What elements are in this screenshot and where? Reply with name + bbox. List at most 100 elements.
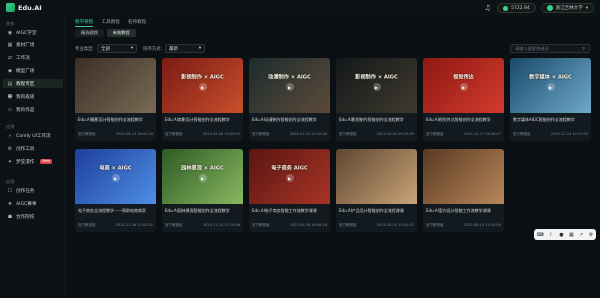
tutorial-card[interactable]: 动漫制作 × AIGC ▶ Edu.AI动漫制作智能创作全流程教学 官方教程组 2026… [249,58,330,141]
tutorial-card[interactable]: Edu.AI摄影设计智能创作全流程教学 官方教程组 2025-08-13 16:00… [75,58,156,141]
card-thumbnail[interactable]: 动漫制作 × AIGC ▶ [249,58,330,113]
play-icon[interactable]: ▶ [372,83,381,92]
card-date: 2025-11-20 17:20:46 [202,223,240,227]
card-title[interactable]: Edu.AI摄影设计智能创作全流程教学 [78,117,153,123]
node-icon: ∘ [8,132,12,139]
sort-select[interactable]: 最新 ▾ [165,44,206,53]
card-title[interactable]: Edu.AI产品设计智能创作全流程课课 [339,208,414,214]
tutorial-card[interactable]: 视觉传达 ▶ Edu.AI视觉传达智能创作全流程教学 官方教程组 2025-12-17 … [423,58,504,141]
sidebar-item-tools[interactable]: ⚙ 创作工具 [3,144,63,153]
card-meta: 官方教程组 2025-02-02 09:15:09 [339,132,414,137]
thumbnail-overlay-text: 动漫制作 × AIGC [268,74,311,81]
org-switcher[interactable]: 浙江吉林大学 ▾ [540,3,594,13]
tutorial-card[interactable]: Edu.AI室内设计智能工作流教学课课 官方教程组 2025-08-15 15:10… [423,149,504,232]
thumbnail-overlay-text: 园林景观 × AIGC [181,165,224,172]
card-thumbnail[interactable]: 电商 × AIGC ▶ [75,149,156,204]
main-content: 教学教程 工具教程 名师教程 精选视频 有效教程 专业类型: 全部 ▾ 排序方式:… [70,16,600,298]
play-icon[interactable]: ▶ [111,174,120,183]
card-date: 2025-08-26 16:06:16 [289,223,327,227]
card-meta: 官方教程组 2025-02-08 19:59:02 [165,132,240,137]
mic-icon[interactable]: ● [559,232,563,238]
card-thumbnail[interactable]: 影视制作 × AIGC ▶ [336,58,417,113]
play-icon[interactable]: ▶ [285,174,294,183]
top-bar: Edu.AI ♫ 5722.94 浙江吉林大学 ▾ [0,0,600,16]
subtab-featured[interactable]: 精选视频 [75,29,104,37]
card-meta: 官方教程组 2025-08-19 14:10:41 [339,223,414,228]
sidebar-item-contest[interactable]: ★ AIGC赛事 [3,199,63,208]
card-meta: 官方教程组 2025-08-15 15:10:00 [426,223,501,228]
grid-icon[interactable]: ▦ [569,232,574,238]
card-title[interactable]: Edu.AI电子商务智能工作流教学课课 [252,208,327,214]
tab-teaching[interactable]: 教学教程 [75,19,94,27]
moon-icon[interactable]: ☾ [549,232,553,238]
card-source: 官方教程组 [513,132,531,136]
card-title[interactable]: Edu.AI商影设计智能创作全流程教学 [165,117,240,123]
card-title[interactable]: 数字媒体AIGC智能创作全流程教学 [513,117,588,123]
sidebar-item-comfyui[interactable]: ∘ Comfy UI工作流 [3,131,63,140]
tutorial-card[interactable]: Edu.AI产品设计智能创作全流程课课 官方教程组 2025-08-19 14:10… [336,149,417,232]
type-select[interactable]: 全部 ▾ [97,44,138,53]
task-icon: ☐ [7,187,13,194]
card-thumbnail[interactable] [336,149,417,204]
sidebar-item-models[interactable]: ◆ 模型广场 [3,66,63,75]
card-thumbnail[interactable]: 电子商务 AIGC ▶ [249,149,330,204]
search-input[interactable]: 请输入搜索关键词 ⚲ [510,44,590,53]
card-thumbnail[interactable] [423,149,504,204]
card-thumbnail[interactable]: 视觉传达 ▶ [423,58,504,113]
new-badge: New [40,159,53,164]
share-icon[interactable]: ↗ [579,232,583,238]
tab-tools[interactable]: 工具教程 [101,19,119,27]
filter-bar: 专业类型: 全部 ▾ 排序方式: 最新 ▾ [75,44,206,53]
tutorial-card[interactable]: 数字媒体 × AIGC ▶ 数字媒体AIGC智能创作全流程教学 官方教程组 2025-1… [510,58,591,141]
sidebar-item-workflow[interactable]: ⇄ 工作流 [3,53,63,62]
sidebar-item-my-class[interactable]: ☻ 我的班级 [3,92,63,101]
sidebar-item-aigc-school[interactable]: ◉ AIGC学堂 [3,28,63,37]
card-meta: 官方教程组 2026-02-22 21:52:00 [252,132,327,137]
sidebar-section-label: 应用 [6,179,15,184]
credits-badge[interactable]: 5722.94 [497,3,536,13]
card-title[interactable]: Edu.AI动漫制作智能创作全流程教学 [252,117,327,123]
card-meta: 官方教程组 2025-08-26 16:06:16 [252,223,327,228]
app-name: Edu.AI [18,3,42,12]
sidebar-item-dream[interactable]: ✦ 梦笠漫作 New [3,157,63,166]
card-source: 官方教程组 [426,132,444,136]
card-title[interactable]: 电子商务全流程教学——帮助电商商家 [78,208,153,214]
credits-value: 5722.94 [511,5,530,11]
card-meta: 官方教程组 2025-11-20 17:20:46 [165,223,240,228]
card-source: 官方教程组 [165,132,183,136]
card-title[interactable]: Edu.AI园林景观智能创作全流程教学 [165,208,240,214]
card-thumbnail[interactable]: 影视制作 × AIGC ▶ [162,58,243,113]
tutorial-card[interactable]: 影视制作 × AIGC ▶ Edu.AI影视制作智能创作全流程教学 官方教程组 2025… [336,58,417,141]
play-icon[interactable]: ▶ [546,83,555,92]
bell-icon[interactable]: ♫ [483,4,492,13]
play-icon[interactable]: ▶ [459,83,468,92]
sidebar-item-assets[interactable]: ▦ 素材广场 [3,40,63,49]
card-meta: 官方教程组 2025-12-14 12:07:02 [513,132,588,137]
app-logo[interactable]: Edu.AI [6,3,42,12]
book-icon: ▤ [7,80,13,87]
tutorial-card[interactable]: 园林景观 × AIGC ▶ Edu.AI园林景观智能创作全流程教学 官方教程组 2025… [162,149,243,232]
play-icon[interactable]: ▶ [198,83,207,92]
sidebar-item-partners[interactable]: ☗ 合作院校 [3,212,63,221]
tutorial-card[interactable]: 影视制作 × AIGC ▶ Edu.AI商影设计智能创作全流程教学 官方教程组 2025… [162,58,243,141]
sidebar-item-tasks[interactable]: ☐ 创作任务 [3,186,63,195]
play-icon[interactable]: ▶ [198,174,207,183]
tutorial-card[interactable]: 电子商务 AIGC ▶ Edu.AI电子商务智能工作流教学课课 官方教程组 2025-0… [249,149,330,232]
keyboard-icon[interactable]: ⌨ [537,232,544,238]
sidebar-item-my-works[interactable]: ▭ 我的作品 [3,105,63,114]
users-icon: ☻ [7,93,13,100]
card-source: 官方教程组 [339,223,357,227]
play-icon[interactable]: ▶ [285,83,294,92]
gear-icon[interactable]: ⚙ [589,232,593,238]
card-title[interactable]: Edu.AI影视制作智能创作全流程教学 [339,117,414,123]
card-thumbnail[interactable]: 园林景观 × AIGC ▶ [162,149,243,204]
tutorial-card[interactable]: 电商 × AIGC ▶ 电子商务全流程教学——帮助电商商家 官方教程组 2025-11-… [75,149,156,232]
subtab-effective[interactable]: 有效教程 [106,29,136,37]
card-title[interactable]: Edu.AI视觉传达智能创作全流程教学 [426,117,501,123]
chevron-down-icon: ▾ [130,46,134,51]
tab-teachers[interactable]: 名师教程 [128,19,146,27]
card-thumbnail[interactable]: 数字媒体 × AIGC ▶ [510,58,591,113]
card-thumbnail[interactable] [75,58,156,113]
card-title[interactable]: Edu.AI室内设计智能工作流教学课课 [426,208,501,214]
sidebar-item-tutorials[interactable]: ▤ 教程专区 [3,79,63,88]
